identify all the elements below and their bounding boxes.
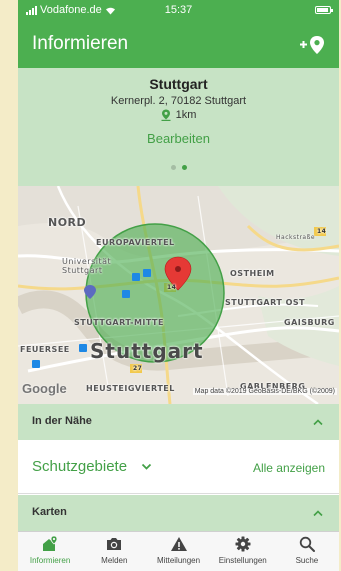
map-label-stuttgart-ost: STUTTGART OST — [225, 298, 306, 307]
search-icon — [299, 536, 315, 552]
category-dropdown[interactable]: Schutzgebiete — [32, 458, 152, 475]
tab-informieren[interactable]: Informieren — [18, 532, 82, 571]
map-label-hackstrasse: Hackstraße — [276, 234, 316, 241]
location-address: Kernerpl. 2, 70182 Stuttgart — [110, 95, 247, 107]
map-label-universitaet: Universität Stuttgart — [62, 257, 112, 275]
road-number-27: 27 — [133, 365, 143, 372]
map-attribution[interactable]: Map data ©2019 GeoBasis-DE/BKG (©2009) — [192, 388, 337, 395]
status-bar: Vodafone.de 15:37 — [18, 0, 339, 20]
google-logo[interactable]: Google — [22, 381, 67, 396]
clock: 15:37 — [164, 4, 193, 16]
radius-value: 1km — [175, 109, 197, 121]
app-screen: Vodafone.de 15:37 Informieren Stuttgart … — [18, 0, 339, 571]
tab-label: Suche — [295, 556, 319, 565]
tab-label: Informieren — [29, 556, 71, 565]
location-panel: Stuttgart Kernerpl. 2, 70182 Stuttgart 1… — [18, 68, 339, 186]
tab-einstellungen[interactable]: Einstellungen — [211, 532, 275, 571]
map-label-ostheim: OSTHEIM — [230, 269, 275, 278]
map-label-feuersee: FEUERSEE — [20, 345, 70, 354]
chevron-down-icon — [141, 463, 152, 470]
road-number-14-east: 14 — [317, 228, 327, 235]
home-marker-icon — [43, 535, 58, 551]
map-label-stuttgart-mitte: STUTTGART-MITTE — [74, 318, 164, 327]
location-city: Stuttgart — [149, 76, 208, 92]
battery-icon — [315, 6, 333, 14]
map-view[interactable]: NORD EUROPAVIERTEL Universität Stuttgart… — [18, 186, 339, 404]
section-maps-title: Karten — [32, 506, 67, 518]
radius-pin-icon — [161, 109, 171, 121]
page-dot-active[interactable] — [181, 165, 187, 170]
warning-icon — [170, 537, 187, 551]
road-number-14-center: 14 — [167, 284, 177, 291]
map-label-europaviertel: EUROPAVIERTEL — [96, 238, 175, 247]
location-radius: 1km — [18, 109, 339, 121]
section-maps[interactable]: Karten — [18, 495, 339, 531]
tab-suche[interactable]: Suche — [275, 532, 339, 571]
section-nearby[interactable]: In der Nähe — [18, 404, 339, 440]
tab-melden[interactable]: Melden — [82, 532, 146, 571]
camera-icon — [107, 538, 122, 550]
map-label-gaisburg: GAISBURG — [284, 318, 335, 327]
chevron-up-icon[interactable] — [313, 418, 323, 426]
tab-label: Einstellungen — [218, 556, 267, 565]
map-label-heusteigviertel: HEUSTEIGVIERTEL — [86, 384, 175, 393]
map-label-stuttgart: Stuttgart — [90, 339, 204, 363]
chevron-up-icon[interactable] — [313, 509, 323, 517]
section-nearby-title: In der Nähe — [32, 415, 92, 427]
category-selected: Schutzgebiete — [32, 458, 128, 475]
show-all-link[interactable]: Alle anzeigen — [253, 461, 325, 475]
page-indicator[interactable] — [18, 165, 339, 170]
tab-bar: Informieren Melden Mitteilungen Einstell… — [18, 531, 339, 571]
page-title: Informieren — [32, 33, 129, 54]
tab-label: Melden — [101, 556, 128, 565]
gear-icon — [235, 536, 251, 552]
tab-mitteilungen[interactable]: Mitteilungen — [146, 532, 210, 571]
add-location-icon[interactable] — [299, 34, 327, 56]
edit-location-button[interactable]: Bearbeiten — [18, 131, 339, 146]
tab-label: Mitteilungen — [156, 556, 201, 565]
app-bar: Informieren — [18, 20, 339, 68]
page-dot[interactable] — [170, 165, 176, 170]
map-label-nord: NORD — [48, 216, 87, 229]
filter-row: Schutzgebiete Alle anzeigen — [18, 440, 339, 494]
